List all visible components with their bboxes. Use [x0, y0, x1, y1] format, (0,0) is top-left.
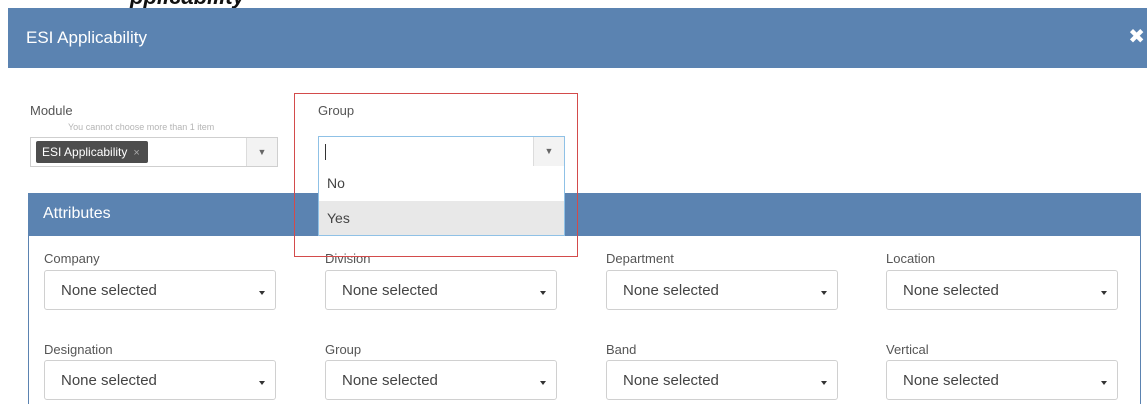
- tag-remove-icon[interactable]: ×: [133, 147, 139, 159]
- caret-down-icon: [540, 291, 546, 295]
- designation-value: None selected: [61, 372, 157, 389]
- vertical-select[interactable]: None selected: [886, 360, 1118, 400]
- module-tag-label: ESI Applicability: [42, 145, 128, 159]
- group-option-no[interactable]: No: [319, 166, 564, 200]
- location-select[interactable]: None selected: [886, 270, 1118, 310]
- department-value: None selected: [623, 282, 719, 299]
- division-select[interactable]: None selected: [325, 270, 557, 310]
- department-label: Department: [606, 251, 674, 266]
- modal-header: ESI Applicability ✖: [8, 8, 1147, 68]
- vertical-label: Vertical: [886, 342, 929, 357]
- band-value: None selected: [623, 372, 719, 389]
- close-icon[interactable]: ✖: [1128, 24, 1145, 49]
- group-option-yes[interactable]: Yes: [319, 201, 564, 235]
- caret-down-icon: [821, 381, 827, 385]
- caret-down-icon: [1101, 381, 1107, 385]
- group-select[interactable]: ▼: [318, 136, 565, 167]
- attributes-title: Attributes: [43, 205, 111, 222]
- group-attr-value: None selected: [342, 372, 438, 389]
- caret-down-icon: [821, 291, 827, 295]
- caret-down-icon: [259, 381, 265, 385]
- group-dropdown-menu: No Yes: [318, 166, 565, 236]
- designation-select[interactable]: None selected: [44, 360, 276, 400]
- module-select[interactable]: ESI Applicability × ▼: [30, 137, 278, 167]
- division-value: None selected: [342, 282, 438, 299]
- location-label: Location: [886, 251, 936, 266]
- department-select[interactable]: None selected: [606, 270, 838, 310]
- caret-down-icon: [259, 291, 265, 295]
- caret-down-icon: [540, 381, 546, 385]
- text-cursor: [325, 144, 326, 160]
- location-value: None selected: [903, 282, 999, 299]
- module-hint: You cannot choose more than 1 item: [68, 122, 215, 132]
- group-label: Group: [318, 103, 355, 118]
- attributes-panel-header: Attributes: [29, 194, 1140, 236]
- modal-title: ESI Applicability: [26, 28, 147, 47]
- company-value: None selected: [61, 282, 157, 299]
- division-label: Division: [325, 251, 371, 266]
- group-attr-select[interactable]: None selected: [325, 360, 557, 400]
- group-dropdown-arrow-icon[interactable]: ▼: [533, 137, 564, 166]
- designation-label: Designation: [44, 342, 113, 357]
- group-attr-label: Group: [325, 342, 362, 357]
- module-selected-tag: ESI Applicability ×: [36, 141, 148, 163]
- caret-down-icon: [1101, 291, 1107, 295]
- module-label: Module: [30, 103, 73, 118]
- vertical-value: None selected: [903, 372, 999, 389]
- band-select[interactable]: None selected: [606, 360, 838, 400]
- company-select[interactable]: None selected: [44, 270, 276, 310]
- band-label: Band: [606, 342, 637, 357]
- module-dropdown-arrow-icon[interactable]: ▼: [246, 138, 277, 166]
- company-label: Company: [44, 251, 100, 266]
- background-page-strip: pplicability: [0, 0, 1147, 9]
